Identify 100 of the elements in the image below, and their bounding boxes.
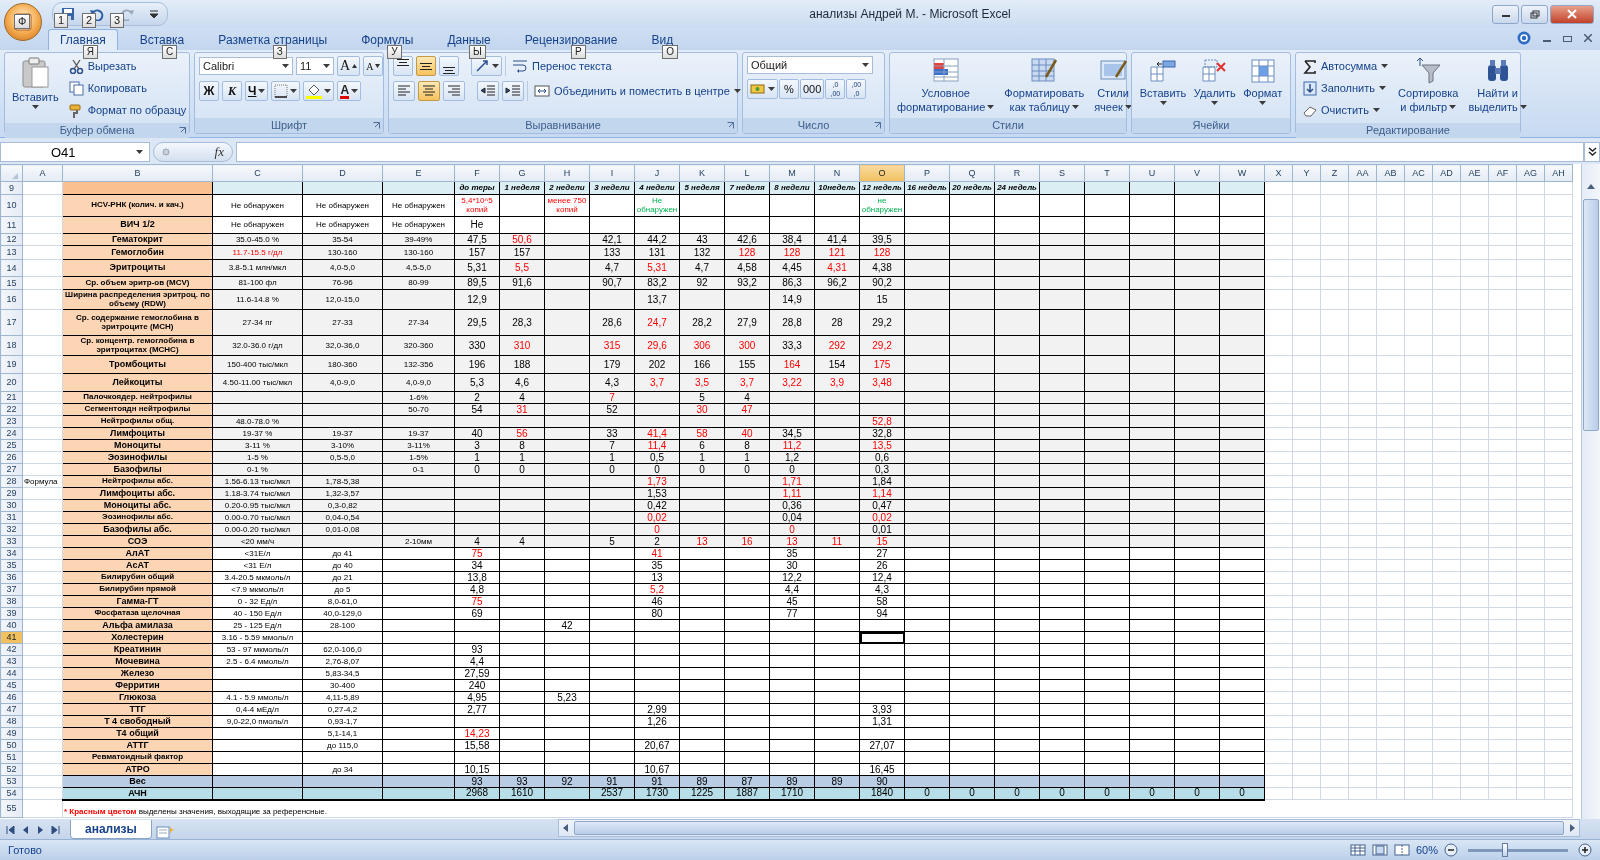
zoom-level[interactable]: 60% xyxy=(1415,844,1438,856)
row-header[interactable]: 16 xyxy=(0,289,23,310)
shrink-font-button[interactable]: A xyxy=(363,56,384,76)
column-header[interactable]: Y xyxy=(1292,164,1321,182)
percent-button[interactable]: % xyxy=(779,79,799,99)
font-color-button[interactable]: A xyxy=(337,81,362,101)
redo-icon[interactable] xyxy=(119,7,135,21)
column-header[interactable]: Z xyxy=(1320,164,1349,182)
wrap-text-button[interactable]: Перенос текста xyxy=(509,56,615,76)
first-sheet-icon[interactable] xyxy=(6,826,15,834)
merge-center-button[interactable]: Объединить и поместить в центре xyxy=(531,81,744,101)
fill-color-button[interactable] xyxy=(303,81,335,101)
grow-font-button[interactable]: A xyxy=(337,56,361,76)
horizontal-scrollbar[interactable] xyxy=(557,819,1580,837)
bold-button[interactable]: Ж xyxy=(199,81,219,101)
underline-button[interactable]: Ч xyxy=(245,81,269,101)
column-header[interactable]: I xyxy=(589,164,635,182)
column-header[interactable]: AC xyxy=(1404,164,1433,182)
dialog-launcher-icon[interactable] xyxy=(373,122,380,129)
horizontal-align-button[interactable] xyxy=(418,81,440,101)
row-header[interactable]: 17 xyxy=(0,309,23,336)
column-header[interactable]: D xyxy=(302,164,383,182)
next-sheet-icon[interactable] xyxy=(36,826,45,834)
find-select-button[interactable]: Найти и выделить xyxy=(1465,56,1530,114)
column-header[interactable]: U xyxy=(1129,164,1175,182)
fill-button[interactable]: Заполнить xyxy=(1300,78,1392,98)
column-header[interactable]: X xyxy=(1264,164,1293,182)
dialog-launcher-icon[interactable] xyxy=(874,122,881,129)
clear-button[interactable]: Очистить xyxy=(1300,100,1392,120)
increase-indent-button[interactable] xyxy=(502,81,524,101)
row-header[interactable]: 10 xyxy=(0,194,23,217)
normal-view-icon[interactable] xyxy=(1349,844,1366,856)
decrease-indent-button[interactable] xyxy=(477,81,499,101)
sheet-tab[interactable]: анализы xyxy=(70,820,152,839)
column-header[interactable]: N xyxy=(814,164,860,182)
help-icon[interactable] xyxy=(1517,31,1531,45)
insert-button[interactable]: Вставить xyxy=(1136,56,1190,106)
vertical-align-button[interactable] xyxy=(439,56,459,76)
column-header[interactable]: AE xyxy=(1460,164,1489,182)
italic-button[interactable]: К xyxy=(222,81,242,101)
dialog-launcher-icon[interactable] xyxy=(727,122,734,129)
currency-button[interactable] xyxy=(747,79,778,99)
column-header[interactable]: T xyxy=(1084,164,1130,182)
row-header[interactable]: 18 xyxy=(0,335,23,356)
delete-button[interactable]: Удалить xyxy=(1190,56,1239,106)
vertical-align-button[interactable] xyxy=(393,56,413,76)
dialog-launcher-icon[interactable] xyxy=(179,127,186,134)
column-header[interactable]: M xyxy=(769,164,815,182)
column-header[interactable]: AH xyxy=(1544,164,1573,182)
column-header[interactable]: AA xyxy=(1348,164,1377,182)
previous-sheet-icon[interactable] xyxy=(21,826,30,834)
column-header[interactable]: AD xyxy=(1432,164,1461,182)
column-header[interactable]: AB xyxy=(1376,164,1405,182)
zoom-in-icon[interactable] xyxy=(1578,843,1592,857)
close-button[interactable] xyxy=(1550,4,1594,24)
restore-icon[interactable] xyxy=(1563,34,1572,42)
conditional-formatting-button[interactable]: Условное форматирование xyxy=(894,56,998,114)
format-button[interactable]: Формат xyxy=(1240,56,1286,106)
orientation-button[interactable] xyxy=(471,56,502,76)
sort-filter-button[interactable]: Сортировка и фильтр xyxy=(1395,56,1462,114)
column-header[interactable]: H xyxy=(544,164,590,182)
formula-input[interactable] xyxy=(236,142,1584,162)
column-header[interactable]: C xyxy=(212,164,303,182)
column-header[interactable]: S xyxy=(1039,164,1085,182)
column-header[interactable]: O xyxy=(859,164,905,182)
column-header[interactable]: J xyxy=(634,164,680,182)
horizontal-align-button[interactable] xyxy=(393,81,415,101)
column-header[interactable]: V xyxy=(1174,164,1220,182)
column-header[interactable]: W xyxy=(1219,164,1265,182)
cut-button[interactable]: Вырезать xyxy=(65,56,190,76)
last-sheet-icon[interactable] xyxy=(51,826,60,834)
cell-styles-button[interactable]: Стили ячеек xyxy=(1091,56,1135,114)
font-name-field[interactable]: Calibri xyxy=(199,57,293,75)
thousands-button[interactable]: 000 xyxy=(800,79,825,99)
borders-button[interactable] xyxy=(271,81,301,101)
zoom-out-icon[interactable] xyxy=(1444,843,1458,857)
format-painter-button[interactable]: Формат по образцу xyxy=(65,100,190,120)
column-header[interactable]: AG xyxy=(1516,164,1545,182)
copy-button[interactable]: Копировать xyxy=(65,78,190,98)
customize-icon[interactable] xyxy=(149,9,159,19)
format-as-table-button[interactable]: Форматировать как таблицу xyxy=(1001,56,1088,114)
horizontal-align-button[interactable] xyxy=(443,81,465,101)
column-header[interactable]: F xyxy=(454,164,500,182)
column-header[interactable]: L xyxy=(724,164,770,182)
column-header[interactable]: R xyxy=(994,164,1040,182)
zoom-slider-thumb[interactable] xyxy=(1502,842,1508,857)
expand-button[interactable] xyxy=(1584,142,1600,162)
column-header[interactable]: AF xyxy=(1488,164,1517,182)
name-box[interactable]: O41 xyxy=(0,142,150,162)
vertical-scrollbar[interactable] xyxy=(1581,164,1600,819)
insert-function-button[interactable]: fx xyxy=(214,144,224,160)
column-header[interactable]: E xyxy=(382,164,455,182)
vertical-align-button[interactable] xyxy=(416,56,436,76)
number-format-field[interactable]: Общий xyxy=(747,56,873,74)
column-header[interactable]: B xyxy=(62,164,213,182)
column-header[interactable]: P xyxy=(904,164,950,182)
page-break-icon[interactable] xyxy=(1393,844,1410,856)
autosum-button[interactable]: Автосумма xyxy=(1300,56,1392,76)
column-header[interactable]: Q xyxy=(949,164,995,182)
page-layout-icon[interactable] xyxy=(1371,844,1388,856)
